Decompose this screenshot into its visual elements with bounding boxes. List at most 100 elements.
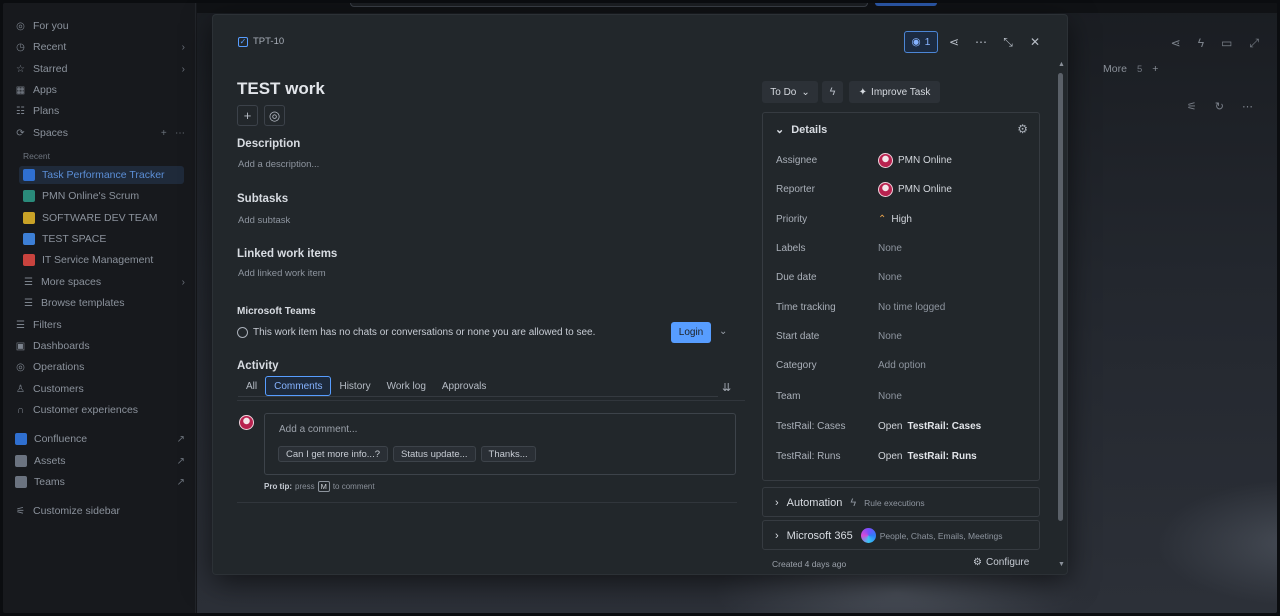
- tab-work-log[interactable]: Work log: [379, 376, 434, 396]
- sidebar-item-for-you[interactable]: ◎ For you: [15, 17, 185, 35]
- sidebar-item-label: For you: [33, 20, 69, 32]
- sidebar-app-confluence[interactable]: Confluence ↗: [15, 430, 185, 448]
- configure-button[interactable]: ⚙ Configure: [973, 557, 1029, 568]
- sidebar-app-teams[interactable]: Teams ↗: [15, 473, 185, 491]
- add-linked-item-link[interactable]: Add linked work item: [238, 268, 326, 279]
- assignee-field[interactable]: PMN Online: [878, 153, 952, 168]
- detail-label: Category: [776, 360, 817, 371]
- issue-key-breadcrumb[interactable]: ✓ TPT-10: [238, 36, 284, 47]
- m365-sub: People, Chats, Emails, Meetings: [879, 530, 1003, 541]
- sidebar-item-spaces[interactable]: ⟳ Spaces + ⋯: [15, 124, 185, 142]
- description-heading: Description: [237, 138, 301, 150]
- sidebar-space-software-dev-team[interactable]: SOFTWARE DEV TEAM: [23, 209, 185, 227]
- add-button[interactable]: +: [237, 105, 258, 126]
- more-icon[interactable]: ⋯: [1242, 100, 1253, 113]
- due-date-field[interactable]: None: [878, 272, 902, 283]
- spaces-actions[interactable]: + ⋯: [161, 128, 185, 139]
- lightning-icon[interactable]: ϟ: [1198, 36, 1204, 51]
- sidebar-customize[interactable]: ⚟ Customize sidebar: [15, 502, 185, 520]
- tab-comments[interactable]: Comments: [265, 376, 332, 396]
- login-button[interactable]: Login: [671, 322, 711, 343]
- sidebar-more-spaces[interactable]: ☰ More spaces ›: [23, 273, 185, 291]
- star-icon: ☆: [16, 63, 25, 75]
- sidebar-item-label: Browse templates: [41, 297, 125, 309]
- labels-field[interactable]: None: [878, 243, 902, 254]
- add-icon[interactable]: +: [1152, 63, 1158, 75]
- sidebar-item-filters[interactable]: ☰ Filters: [15, 316, 185, 334]
- tab-all[interactable]: All: [238, 376, 265, 396]
- sidebar-item-customers[interactable]: ♙ Customers: [15, 380, 185, 398]
- tab-history[interactable]: History: [331, 376, 378, 396]
- apps-icon: ▦: [15, 84, 26, 96]
- tab-approvals[interactable]: Approvals: [434, 376, 494, 396]
- more-tab-label: More: [1103, 63, 1127, 75]
- chevron-right-icon: ›: [181, 276, 185, 288]
- share-button[interactable]: ⋖: [943, 31, 965, 53]
- improve-task-button[interactable]: ✦ Improve Task: [849, 81, 940, 103]
- quick-reply-thanks[interactable]: Thanks...: [480, 446, 536, 462]
- add-subtask-link[interactable]: Add subtask: [238, 215, 290, 226]
- quick-reply-status-update[interactable]: Status update...: [393, 446, 476, 462]
- background-more-tab[interactable]: More 5 +: [1103, 63, 1158, 75]
- apps-button[interactable]: ◎: [264, 105, 285, 126]
- scroll-up-icon[interactable]: ▲: [1058, 61, 1065, 68]
- sidebar-space-test-space[interactable]: TEST SPACE: [23, 230, 185, 248]
- description-field[interactable]: Add a description...: [238, 159, 319, 170]
- global-search-input[interactable]: [350, 3, 868, 7]
- chevron-right-icon: ›: [181, 63, 185, 75]
- gear-icon[interactable]: ⚙: [1017, 122, 1028, 136]
- work-item-modal: ✓ TPT-10 ◉ 1 ⋖ ⋯ ⤡ ✕ TEST work + ◎ Descr…: [213, 15, 1067, 574]
- space-avatar: [23, 233, 35, 245]
- sidebar-item-customer-experiences[interactable]: ∩ Customer experiences: [15, 401, 185, 419]
- sort-icon[interactable]: ⇊: [722, 381, 731, 394]
- filter-settings-icon[interactable]: ⚟: [1187, 100, 1197, 113]
- close-button[interactable]: ✕: [1024, 31, 1046, 53]
- sidebar-item-dashboards[interactable]: ▣ Dashboards: [15, 337, 185, 355]
- minimize-button[interactable]: ⤡: [997, 31, 1019, 53]
- sidebar-item-apps[interactable]: ▦ Apps: [15, 81, 185, 99]
- sidebar-app-assets[interactable]: Assets ↗: [15, 452, 185, 470]
- comment-box[interactable]: Add a comment... Can I get more info...?…: [264, 413, 736, 475]
- sidebar-browse-templates[interactable]: ☰ Browse templates: [23, 294, 185, 312]
- work-item-title[interactable]: TEST work: [237, 79, 325, 99]
- time-tracking-field[interactable]: No time logged: [878, 302, 945, 313]
- testrail-runs-link[interactable]: Open TestRail: Runs: [878, 451, 977, 462]
- share-icon[interactable]: ⋖: [1171, 36, 1181, 51]
- automation-button[interactable]: ϟ: [822, 81, 843, 103]
- feedback-icon[interactable]: ▭: [1221, 36, 1232, 51]
- watch-button[interactable]: ◉ 1: [904, 31, 938, 53]
- create-button[interactable]: [875, 3, 937, 6]
- share-icon: ⋖: [948, 35, 960, 49]
- sidebar-item-plans[interactable]: ☷ Plans: [15, 102, 185, 120]
- automation-section[interactable]: › Automation ϟ Rule executions: [762, 487, 1040, 517]
- sidebar-item-recent[interactable]: ◷ Recent ›: [15, 38, 185, 56]
- detail-label: Due date: [776, 272, 817, 283]
- team-field[interactable]: None: [878, 391, 902, 402]
- sidebar-item-label: Customize sidebar: [33, 505, 120, 517]
- refresh-icon[interactable]: ↻: [1215, 100, 1224, 113]
- m365-section[interactable]: › Microsoft 365 People, Chats, Emails, M…: [762, 520, 1040, 550]
- priority-field[interactable]: ⌃ High: [878, 214, 912, 225]
- reporter-field[interactable]: PMN Online: [878, 182, 952, 197]
- details-panel: ⌄ Details ⚙ Assignee PMN Online Reporter…: [762, 112, 1040, 481]
- more-actions-button[interactable]: ⋯: [970, 31, 992, 53]
- status-dropdown[interactable]: To Do ⌄: [762, 81, 818, 103]
- apps-icon: ◎: [268, 107, 281, 123]
- category-field[interactable]: Add option: [878, 360, 926, 371]
- sidebar-space-task-performance-tracker[interactable]: Task Performance Tracker: [19, 166, 184, 184]
- sidebar-item-starred[interactable]: ☆ Starred ›: [15, 60, 185, 78]
- sidebar-space-it-service-management[interactable]: IT Service Management: [23, 251, 185, 269]
- testrail-cases-link[interactable]: Open TestRail: Cases: [878, 421, 981, 432]
- sidebar-space-pmn-scrum[interactable]: PMN Online's Scrum: [23, 187, 185, 205]
- expand-icon[interactable]: ⤢: [1249, 36, 1259, 51]
- sidebar-item-label: TEST SPACE: [42, 233, 107, 245]
- scroll-down-icon[interactable]: ▼: [1058, 561, 1065, 568]
- more-icon: ⋯: [975, 35, 987, 49]
- start-date-field[interactable]: None: [878, 331, 902, 342]
- quick-reply-more-info[interactable]: Can I get more info...?: [278, 446, 388, 462]
- sidebar-item-operations[interactable]: ◎ Operations: [15, 358, 185, 376]
- scrollbar[interactable]: [1058, 73, 1063, 521]
- details-header[interactable]: ⌄ Details: [775, 123, 827, 137]
- chevron-down-icon[interactable]: ⌄: [719, 326, 727, 337]
- teams-icon: [15, 476, 27, 488]
